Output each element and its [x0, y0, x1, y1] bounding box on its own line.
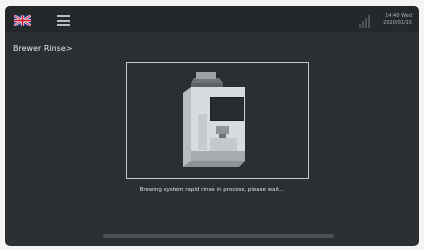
top-bar: 14:40 Wed 2020/01/15 [5, 6, 419, 32]
progress-bar [103, 234, 334, 238]
coffee-machine-illustration [183, 72, 245, 167]
uk-flag-icon[interactable] [14, 15, 31, 26]
time-text: 14:40 Wed [385, 13, 412, 19]
hamburger-menu-icon[interactable] [57, 15, 70, 26]
signal-bars-icon [359, 15, 370, 28]
clock-display: 14:40 Wed 2020/01/15 [383, 13, 412, 27]
machine-screen: 14:40 Wed 2020/01/15 Brewer Rinse> Brewi… [5, 6, 419, 246]
status-message: Brewing system rapid rinse in process, p… [139, 187, 285, 193]
date-text: 2020/01/15 [383, 20, 412, 26]
illustration-frame [126, 62, 309, 179]
page-title: Brewer Rinse> [13, 44, 73, 53]
